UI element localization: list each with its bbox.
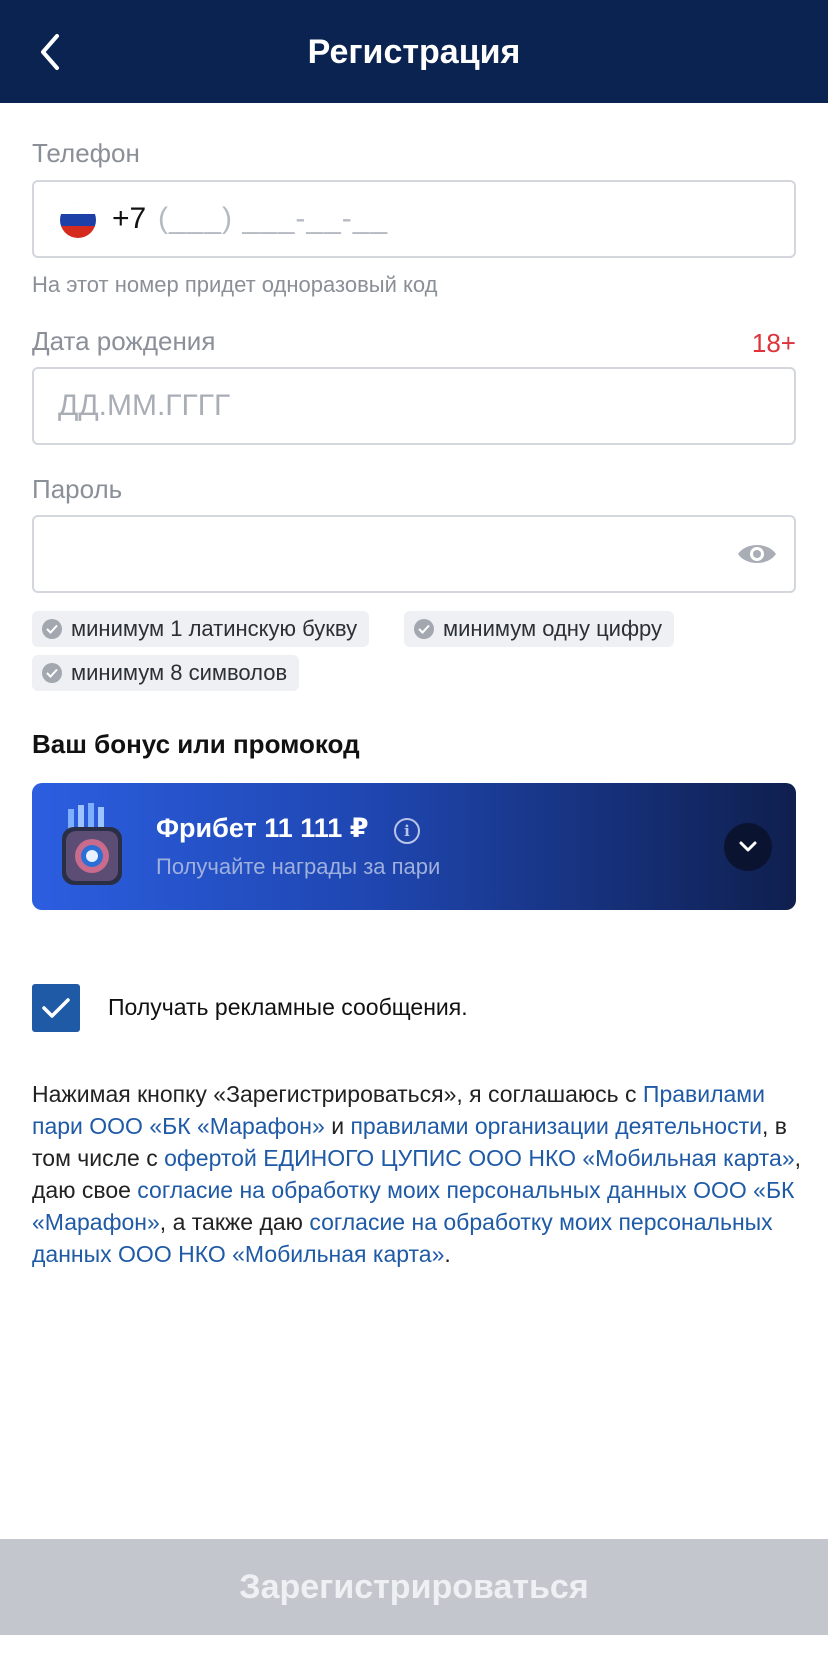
phone-mask-placeholder: (___) ___-__-__ xyxy=(158,202,389,235)
phone-country-code: +7 xyxy=(112,202,147,235)
promo-consent-label: Получать рекламные сообщения. xyxy=(108,994,468,1020)
birthdate-placeholder: ДД.ММ.ГГГГ xyxy=(58,389,231,422)
password-field[interactable] xyxy=(32,515,796,593)
info-icon[interactable]: i xyxy=(394,818,420,844)
bonus-selector[interactable]: Фрибет 11 111 ₽ i Получайте награды за п… xyxy=(32,783,796,910)
requirement-text: минимум 1 латинскую букву xyxy=(71,616,358,641)
bonus-title: Фрибет 11 111 ₽ xyxy=(156,813,369,843)
birthdate-label: Дата рождения xyxy=(32,326,216,356)
freebet-gift-icon xyxy=(62,803,122,885)
check-circle-icon xyxy=(42,619,62,639)
legal-agreement-text: Нажимая кнопку «Зарегистрироваться», я с… xyxy=(32,1078,808,1270)
birthdate-field[interactable]: ДД.ММ.ГГГГ xyxy=(32,367,796,445)
promo-consent-checkbox[interactable] xyxy=(32,984,80,1032)
requirement-text: минимум одну цифру xyxy=(443,616,663,641)
tsupis-offer-link[interactable]: офертой ЕДИНОГО ЦУПИС ООО НКО «Мобильная… xyxy=(164,1145,795,1171)
bonus-section-title: Ваш бонус или промокод xyxy=(32,729,360,759)
legal-text: . xyxy=(444,1241,451,1267)
requirement-text: минимум 8 символов xyxy=(71,660,288,685)
phone-hint: На этот номер придет одноразовый код xyxy=(32,272,438,297)
password-requirement-chip: минимум одну цифру xyxy=(404,611,675,647)
organization-rules-link[interactable]: правилами организации деятельности xyxy=(350,1113,762,1139)
show-password-eye-icon[interactable] xyxy=(736,539,778,569)
legal-text: Нажимая кнопку «Зарегистрироваться», я с… xyxy=(32,1081,643,1107)
bonus-subtitle: Получайте награды за пари xyxy=(156,854,441,879)
age-limit-badge: 18+ xyxy=(751,328,796,358)
checkmark-icon xyxy=(42,998,70,1018)
phone-label: Телефон xyxy=(32,138,140,168)
legal-text: и xyxy=(324,1113,351,1139)
password-requirement-chip: минимум 1 латинскую букву xyxy=(32,611,370,647)
chevron-down-icon[interactable] xyxy=(724,823,772,871)
app-header: Регистрация xyxy=(0,0,828,103)
russia-flag-icon xyxy=(60,202,96,238)
check-circle-icon xyxy=(414,619,434,639)
check-circle-icon xyxy=(42,663,62,683)
page-title: Регистрация xyxy=(307,33,521,71)
password-label: Пароль xyxy=(32,474,123,504)
phone-field[interactable]: +7 (___) ___-__-__ xyxy=(32,180,796,258)
password-requirement-chip: минимум 8 символов xyxy=(32,655,300,691)
legal-text: , а также даю xyxy=(159,1209,310,1235)
register-button[interactable]: Зарегистрироваться xyxy=(0,1539,828,1635)
